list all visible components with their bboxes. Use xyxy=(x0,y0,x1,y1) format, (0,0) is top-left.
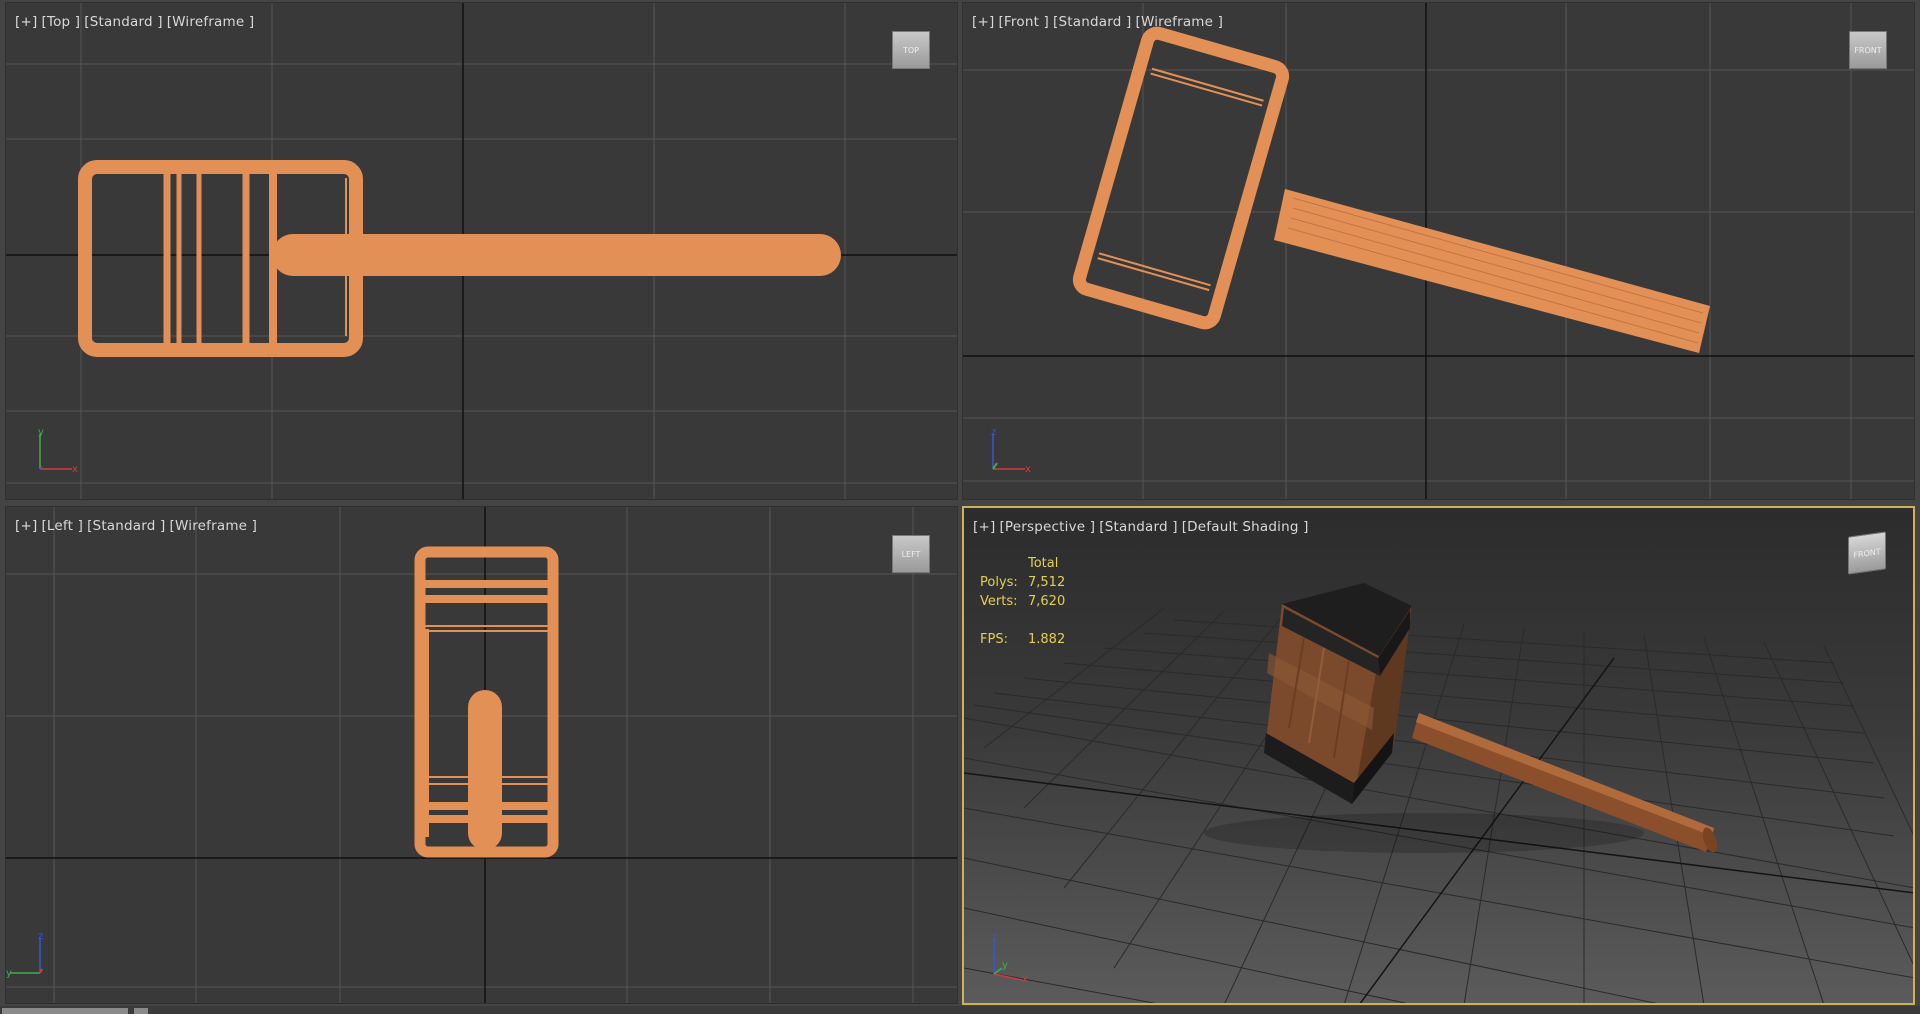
verts-label: Verts: xyxy=(980,594,1018,609)
mallet-handle-left xyxy=(468,690,502,850)
viewport-preset-menu[interactable]: [Standard ] xyxy=(1099,519,1177,535)
viewport-perspective-canvas[interactable]: z x y xyxy=(964,508,1915,1005)
statistics-overlay: Total Polys: 7,512 Verts: 7,620 FPS: 1.882 xyxy=(980,554,1065,649)
svg-text:y: y xyxy=(1002,960,1008,971)
viewport-perspective-label[interactable]: [+] [Perspective ] [Standard ] [Default Sha… xyxy=(973,519,1313,535)
viewport-shading-menu[interactable]: [Default Shading ] xyxy=(1182,519,1309,535)
viewport-left[interactable]: [+] [Left ] [Standard ] [Wireframe ] LEFT xyxy=(5,506,958,1004)
mallet-shadow xyxy=(1204,813,1644,853)
viewport-point-of-view-menu[interactable]: [Left ] xyxy=(41,518,83,534)
stats-header: Total xyxy=(1028,556,1059,571)
viewport-preset-menu[interactable]: [Standard ] xyxy=(1053,14,1131,30)
viewport-left-canvas[interactable]: z y xyxy=(6,507,958,1004)
svg-text:x: x xyxy=(72,464,78,475)
viewcube[interactable]: FRONT xyxy=(1849,31,1887,69)
svg-text:z: z xyxy=(991,427,996,438)
svg-text:y: y xyxy=(38,427,44,438)
viewport-preset-menu[interactable]: [Standard ] xyxy=(87,518,165,534)
viewport-point-of-view-menu[interactable]: [Top ] xyxy=(41,14,80,30)
viewcube[interactable]: LEFT xyxy=(892,535,930,573)
time-slider-arrow[interactable] xyxy=(134,1008,148,1014)
svg-text:x: x xyxy=(1025,464,1031,475)
gizmo: z x y xyxy=(992,932,1028,985)
bottom-scroll-strip xyxy=(0,1006,1920,1014)
verts-value: 7,620 xyxy=(1028,594,1066,609)
viewcube[interactable]: TOP xyxy=(892,31,930,69)
viewport-menu-plus[interactable]: [+] xyxy=(15,14,37,30)
svg-text:z: z xyxy=(992,932,997,943)
viewport-perspective[interactable]: [+] [Perspective ] [Standard ] [Default Sha… xyxy=(962,506,1915,1005)
viewport-menu-plus[interactable]: [+] xyxy=(15,518,37,534)
viewport-front[interactable]: [+] [Front ] [Standard ] [Wireframe ] FRONT xyxy=(962,2,1915,500)
mallet-head-front xyxy=(1072,26,1290,330)
mallet-handle-top xyxy=(272,234,841,276)
viewport-menu-plus[interactable]: [+] xyxy=(973,519,995,535)
time-slider-tab[interactable] xyxy=(2,1008,128,1014)
viewport-shading-menu[interactable]: [Wireframe ] xyxy=(170,518,258,534)
viewport-shading-menu[interactable]: [Wireframe ] xyxy=(1135,14,1223,30)
svg-text:y: y xyxy=(6,968,12,979)
viewport-shading-menu[interactable]: [Wireframe ] xyxy=(167,14,255,30)
mallet-head-3d xyxy=(1264,583,1412,804)
gizmo: z y xyxy=(6,931,43,979)
fps-label: FPS: xyxy=(980,632,1008,647)
polys-label: Polys: xyxy=(980,575,1018,590)
viewport-left-label[interactable]: [+] [Left ] [Standard ] [Wireframe ] xyxy=(15,518,261,534)
viewport-front-label[interactable]: [+] [Front ] [Standard ] [Wireframe ] xyxy=(972,14,1227,30)
svg-text:x: x xyxy=(1022,974,1028,985)
viewport-menu-plus[interactable]: [+] xyxy=(972,14,994,30)
viewport-top-label[interactable]: [+] [Top ] [Standard ] [Wireframe ] xyxy=(15,14,258,30)
viewport-top[interactable]: [+][Top ][Standard ] [Wireframe ] TOP xyxy=(5,2,958,500)
gizmo: z x xyxy=(991,427,1031,475)
viewport-point-of-view-menu[interactable]: [Perspective ] xyxy=(999,519,1095,535)
viewport-top-canvas[interactable]: y x xyxy=(6,3,958,500)
polys-value: 7,512 xyxy=(1028,575,1066,590)
viewcube[interactable]: FRONT xyxy=(1848,531,1886,575)
viewport-front-canvas[interactable]: z x xyxy=(963,3,1915,500)
viewport-point-of-view-menu[interactable]: [Front ] xyxy=(998,14,1049,30)
viewport-preset-menu[interactable]: [Standard ] xyxy=(84,14,162,30)
gizmo: y x xyxy=(38,427,78,475)
home-grid xyxy=(964,607,1913,1003)
svg-text:z: z xyxy=(38,931,43,942)
fps-value: 1.882 xyxy=(1028,632,1066,647)
